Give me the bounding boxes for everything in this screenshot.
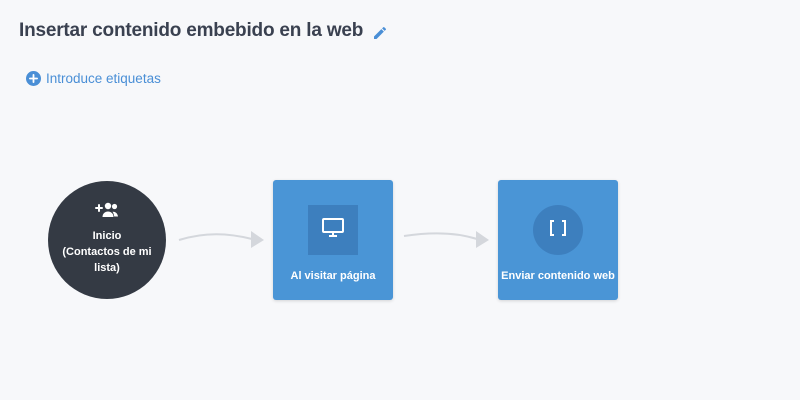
connector-visit-to-send xyxy=(403,231,489,248)
connector-start-to-visit xyxy=(178,231,264,248)
monitor-icon xyxy=(322,217,344,243)
start-node[interactable]: Inicio (Contactos de mi lista) xyxy=(48,181,166,299)
node-visit-label: Al visitar página xyxy=(290,270,376,282)
node-icon-container xyxy=(308,205,358,255)
start-label-line: Inicio xyxy=(92,229,122,242)
node-visit-page[interactable]: Al visitar página xyxy=(273,180,393,300)
node-icon-container xyxy=(533,205,583,255)
add-group-icon xyxy=(95,201,119,224)
start-label-line: (Contactos de mi xyxy=(62,245,152,258)
flow-canvas: Inicio (Contactos de mi lista) Al visita… xyxy=(0,0,800,400)
node-send-label: Enviar contenido web xyxy=(501,270,615,282)
start-node-label: Inicio (Contactos de mi lista) xyxy=(62,228,151,276)
start-label-line: lista) xyxy=(94,261,120,274)
node-send-content[interactable]: Enviar contenido web xyxy=(498,180,618,300)
brackets-icon xyxy=(549,219,567,241)
